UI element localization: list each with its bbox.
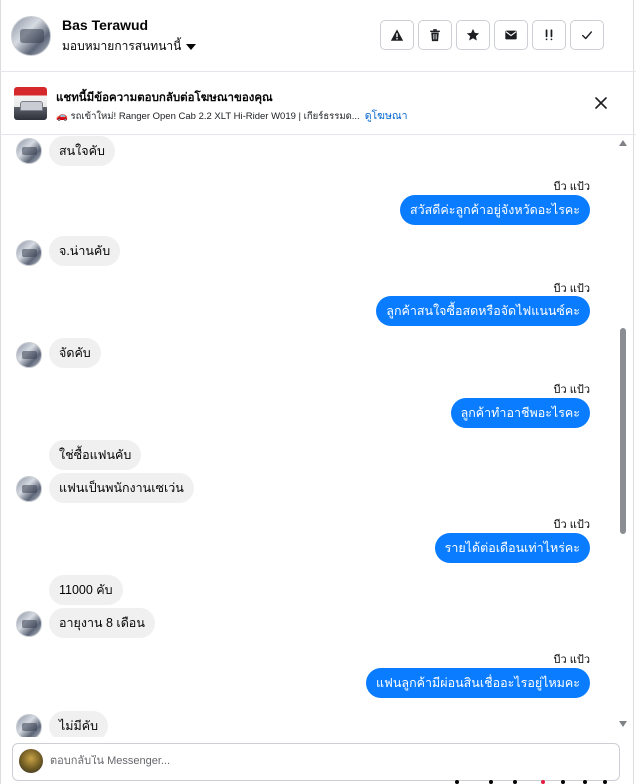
banner-subtitle: 🚗 รถเข้าใหม่! Ranger Open Cab 2.2 XLT Hi…: [56, 107, 408, 124]
star-button[interactable]: [456, 20, 490, 50]
warning-icon: [390, 29, 404, 41]
outgoing-message: ลูกค้าสนใจซื้อสดหรือจัดไฟแนนซ์คะ: [376, 296, 590, 326]
contact-avatar-small: [16, 342, 42, 368]
outgoing-message: รายได้ต่อเดือนเท่าไหร่คะ: [434, 533, 590, 563]
outgoing-message: แฟนลูกค้ามีผ่อนสินเชื่ออะไรอยู่ไหมคะ: [365, 668, 590, 698]
contact-name[interactable]: Bas Terawud: [62, 17, 148, 33]
outgoing-message: ลูกค้าทำอาชีพอะไรคะ: [450, 398, 590, 428]
scroll-up-arrow-icon[interactable]: [619, 140, 627, 146]
toolbar-icon-partial: [455, 780, 459, 784]
banner-title: แชทนี้มีข้อความตอบกลับต่อโฆษณาของคุณ: [56, 92, 273, 104]
close-icon: [595, 97, 607, 109]
trash-icon: [430, 29, 440, 42]
toolbar-icon-partial: [603, 780, 607, 784]
view-ad-link[interactable]: ดูโฆษณา: [365, 110, 408, 122]
mark-spam-button[interactable]: [380, 20, 414, 50]
scrollbar-thumb[interactable]: [620, 328, 626, 534]
seen-by-label: บีว แป้ว: [553, 283, 590, 295]
seen-by-label: บีว แป้ว: [553, 384, 590, 396]
mark-unread-button[interactable]: [494, 20, 528, 50]
header-actions: [380, 20, 604, 50]
message-thread[interactable]: สนใจคับ บีว แป้ว สวัสดีค่ะลูกค้าอยู่จังห…: [0, 136, 618, 737]
incoming-message: สนใจคับ: [49, 136, 115, 166]
follow-up-button[interactable]: [532, 20, 566, 50]
contact-avatar-small: [16, 611, 42, 637]
contact-avatar-small: [16, 138, 42, 164]
seen-by-label: บีว แป้ว: [553, 181, 590, 193]
incoming-message: 11000 คับ: [49, 575, 123, 605]
toolbar-icon-partial: [561, 780, 565, 784]
toolbar-icon-partial: [489, 780, 493, 784]
toolbar-icon-partial: [583, 780, 587, 784]
assign-conversation-dropdown[interactable]: มอบหมายการสนทนานี้: [62, 37, 197, 56]
incoming-message: ไม่มีคับ: [49, 711, 109, 737]
incoming-message: แฟนเป็นพนักงานเซเว่น: [49, 473, 194, 503]
check-icon: [581, 31, 593, 40]
delete-button[interactable]: [418, 20, 452, 50]
toolbar-icon-partial: [513, 780, 517, 784]
composer-toolbar-partial: [455, 778, 615, 784]
reply-input[interactable]: [50, 755, 590, 767]
scroll-down-arrow-icon[interactable]: [619, 721, 627, 727]
incoming-message: อายุงาน 8 เดือน: [49, 608, 155, 638]
star-icon: [466, 28, 480, 41]
contact-avatar[interactable]: [11, 16, 51, 56]
seen-by-label: บีว แป้ว: [553, 519, 590, 531]
toolbar-icon-partial: [541, 780, 545, 784]
incoming-message: จัดคับ: [49, 338, 101, 368]
incoming-message: จ.น่านคับ: [49, 236, 121, 266]
incoming-message: ใช่ซื้อแฟนคับ: [49, 440, 142, 470]
outgoing-message: สวัสดีค่ะลูกค้าอยู่จังหวัดอะไรคะ: [399, 195, 590, 225]
contact-avatar-small: [16, 240, 42, 266]
seen-by-label: บีว แป้ว: [553, 654, 590, 666]
follow-up-icon: [545, 29, 553, 41]
mark-done-button[interactable]: [570, 20, 604, 50]
assign-label: มอบหมายการสนทนานี้: [62, 39, 182, 53]
mail-icon: [505, 30, 517, 40]
chevron-down-icon: [186, 43, 197, 50]
contact-avatar-small: [16, 714, 42, 737]
ad-thumbnail[interactable]: [14, 87, 47, 120]
ad-description: 🚗 รถเข้าใหม่! Ranger Open Cab 2.2 XLT Hi…: [56, 111, 360, 122]
conversation-header: Bas Terawud มอบหมายการสนทนานี้: [0, 0, 636, 72]
close-banner-button[interactable]: [592, 94, 610, 112]
page-avatar: [19, 749, 43, 773]
contact-avatar-small: [16, 476, 42, 502]
chat-scrollbar[interactable]: [618, 136, 630, 737]
